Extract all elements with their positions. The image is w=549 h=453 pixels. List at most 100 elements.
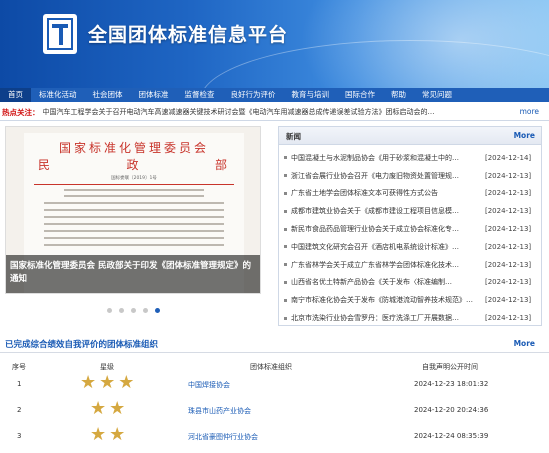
news-item-date: [2024-12-13] <box>485 189 532 198</box>
doc-text-line <box>44 244 224 246</box>
declaration-time: 2024-12-24 08:35:39 <box>414 432 489 440</box>
image-slider[interactable]: 国家标准化管理委员会 民 政 部 国标委联〔2019〕1号 国家标准化管理委员会… <box>5 126 261 294</box>
nav-item-good-behavior[interactable]: 良好行为评价 <box>223 88 284 102</box>
news-item-date: [2024-12-13] <box>485 314 532 323</box>
doc-red-rule <box>34 184 234 185</box>
news-item-title[interactable]: 广东省土地学会团体标准文本可获得性方式公告 <box>291 188 483 198</box>
news-item-title[interactable]: 浙江省会展行业协会召开《电力废旧物资处置管理规… <box>291 171 483 181</box>
news-item-date: [2024-12-13] <box>485 242 532 251</box>
star-rating: ★ ★ <box>90 400 125 418</box>
nav-item-group-standards[interactable]: 团体标准 <box>131 88 177 102</box>
col-header-time: 自我声明公开时间 <box>422 363 478 371</box>
nav-item-standardization-activities[interactable]: 标准化活动 <box>31 88 85 102</box>
news-item-date: [2024-12-13] <box>485 171 532 180</box>
news-item-date: [2024-12-13] <box>485 207 532 216</box>
news-item[interactable]: 成都市建筑业协会关于《成都市建设工程项目信息模… [2024-12-13] <box>279 202 541 220</box>
nav-item-supervision[interactable]: 监督检查 <box>177 88 223 102</box>
doc-number: 国标委联〔2019〕1号 <box>111 176 157 181</box>
bullet-icon <box>284 174 287 178</box>
nav-item-help[interactable]: 帮助 <box>383 88 414 102</box>
main-nav: 首页 标准化活动 社会团体 团体标准 监督检查 良好行为评价 教育与培训 国际合… <box>0 88 549 102</box>
nav-item-education[interactable]: 教育与培训 <box>284 88 338 102</box>
news-item-date: [2024-12-13] <box>485 260 532 269</box>
site-logo-icon[interactable] <box>43 14 77 54</box>
row-number: 1 <box>17 380 22 388</box>
hotspot-text[interactable]: 中国汽车工程学会关于召开电动汽车高速减速器关键技术研讨会暨《电动汽车用减速器总成… <box>43 107 513 117</box>
slider-dot-1[interactable] <box>106 308 112 313</box>
header-banner: 全国团体标准信息平台 <box>0 0 549 88</box>
col-header-stars: 星级 <box>100 363 114 371</box>
row-number: 2 <box>17 406 22 414</box>
nav-item-faq[interactable]: 常见问题 <box>414 88 460 102</box>
org-link[interactable]: 河北省豪图仲行业协会 <box>188 432 258 442</box>
doc-text-line <box>44 202 224 204</box>
org-link[interactable]: 珠县市山药产业协会 <box>188 406 251 416</box>
doc-text-line <box>64 189 204 191</box>
nav-item-home[interactable]: 首页 <box>0 88 31 102</box>
bullet-icon <box>284 280 287 284</box>
news-title: 新闻 <box>286 132 301 141</box>
org-link[interactable]: 中国焊接协会 <box>188 380 230 390</box>
news-item[interactable]: 广东省林学会关于成立广东省林学会团体标准化技术… [2024-12-13] <box>279 256 541 274</box>
doc-header-char-1: 民 <box>38 158 54 172</box>
slider-dot-4[interactable] <box>142 308 148 313</box>
doc-text-line <box>44 216 224 218</box>
bullet-icon <box>284 191 287 195</box>
nav-item-social-groups[interactable]: 社会团体 <box>85 88 131 102</box>
news-item-title[interactable]: 广东省林学会关于成立广东省林学会团体标准化技术… <box>291 260 483 270</box>
news-item[interactable]: 北京市洗染行业协会雪罗丹：医疗洗涤工厂开展数据… [2024-12-13] <box>279 309 541 327</box>
news-item-title[interactable]: 中国混凝土与水泥制品协会《用于砂浆和混凝土中的… <box>291 153 483 163</box>
declaration-time: 2024-12-23 18:01:32 <box>414 380 489 388</box>
news-item-title[interactable]: 中国建筑文化研究会召开《酒店机电系统设计标准》… <box>291 242 483 252</box>
nav-item-international[interactable]: 国际合作 <box>337 88 383 102</box>
star-icon: ★ <box>109 398 126 419</box>
news-item-date: [2024-12-13] <box>485 296 532 305</box>
doc-text-line <box>44 237 224 239</box>
news-item[interactable]: 新民市食品药品管理行业协会关于成立协会标准化专… [2024-12-13] <box>279 220 541 238</box>
hotspot-bar: 热点关注： 中国汽车工程学会关于召开电动汽车高速减速器关键技术研讨会暨《电动汽车… <box>0 104 549 121</box>
star-icon: ★ <box>90 398 107 419</box>
doc-text-line <box>44 223 224 225</box>
col-header-no: 序号 <box>12 363 26 371</box>
doc-text-line <box>64 195 204 197</box>
doc-header-char-3: 部 <box>214 158 230 172</box>
slider-dot-3[interactable] <box>130 308 136 313</box>
star-icon: ★ <box>118 372 135 393</box>
news-header: 新闻 More <box>279 127 541 145</box>
doc-header-char-2: 政 <box>126 158 142 172</box>
news-item-title[interactable]: 北京市洗染行业协会雪罗丹：医疗洗涤工厂开展数据… <box>291 313 483 323</box>
slider-dot-2[interactable] <box>118 308 124 313</box>
news-item[interactable]: 中国混凝土与水泥制品协会《用于砂浆和混凝土中的… [2024-12-14] <box>279 149 541 167</box>
news-item-date: [2024-12-13] <box>485 278 532 287</box>
banner-arc <box>200 40 549 88</box>
hotspot-more-link[interactable]: more <box>520 107 539 116</box>
news-item[interactable]: 广东省土地学会团体标准文本可获得性方式公告 [2024-12-13] <box>279 185 541 203</box>
slider-dot-5[interactable] <box>154 308 160 313</box>
divider <box>0 352 549 353</box>
evaluation-more-link[interactable]: More <box>514 339 535 348</box>
news-item[interactable]: 浙江省会展行业协会召开《电力废旧物资处置管理规… [2024-12-13] <box>279 167 541 185</box>
col-header-org: 团体标准组织 <box>250 363 292 371</box>
news-more-link[interactable]: More <box>514 131 535 140</box>
hotspot-label: 热点关注： <box>2 107 40 117</box>
bullet-icon <box>284 316 287 320</box>
news-item[interactable]: 山西省名优土特新产品协会《关于发布〈标准编制… [2024-12-13] <box>279 274 541 292</box>
bullet-icon <box>284 209 287 213</box>
news-item[interactable]: 中国建筑文化研究会召开《酒店机电系统设计标准》… [2024-12-13] <box>279 238 541 256</box>
news-item[interactable]: 南宁市标准化协会关于发布《防城港流动智养技术规范》… [2024-12-13] <box>279 291 541 309</box>
news-item-title[interactable]: 新民市食品药品管理行业协会关于成立协会标准化专… <box>291 224 483 234</box>
site-title[interactable]: 全国团体标准信息平台 <box>88 20 288 47</box>
star-icon: ★ <box>80 372 97 393</box>
star-rating: ★ ★ <box>90 426 125 444</box>
slide-caption[interactable]: 国家标准化管理委员会 民政部关于印发《团体标准管理规定》的通知 <box>6 255 260 293</box>
star-icon: ★ <box>90 424 107 445</box>
doc-text-line <box>44 230 224 232</box>
doc-header-line1: 国家标准化管理委员会 <box>58 141 209 155</box>
news-panel: 新闻 More 中国混凝土与水泥制品协会《用于砂浆和混凝土中的… [2024-12… <box>278 126 542 326</box>
star-icon: ★ <box>109 424 126 445</box>
bullet-icon <box>284 298 287 302</box>
news-item-title[interactable]: 山西省名优土特新产品协会《关于发布〈标准编制… <box>291 277 483 287</box>
news-item-date: [2024-12-14] <box>485 153 532 162</box>
news-item-title[interactable]: 南宁市标准化协会关于发布《防城港流动智养技术规范》… <box>291 295 483 305</box>
news-item-title[interactable]: 成都市建筑业协会关于《成都市建设工程项目信息模… <box>291 206 483 216</box>
